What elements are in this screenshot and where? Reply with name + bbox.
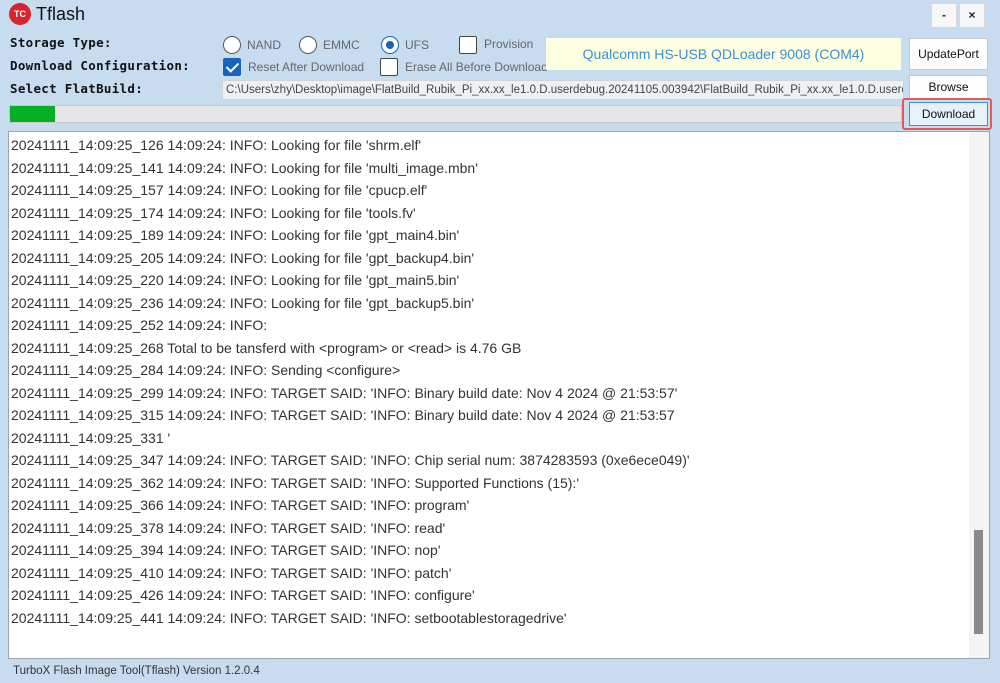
ufs-label: UFS: [405, 38, 429, 52]
log-line: 20241111_14:09:25_410 14:09:24: INFO: TA…: [11, 564, 452, 581]
provision-label: Provision: [484, 37, 534, 51]
provision-checkbox[interactable]: [459, 36, 477, 54]
log-line: 20241111_14:09:25_315 14:09:24: INFO: TA…: [11, 407, 675, 423]
log-line: 20241111_14:09:25_174 14:09:24: INFO: Lo…: [11, 204, 416, 221]
update-port-button[interactable]: UpdatePort: [909, 38, 988, 70]
log-line: 20241111_14:09:25_366 14:09:24: INFO: TA…: [11, 497, 470, 513]
nand-label: NAND: [247, 38, 282, 52]
emmc-label: EMMC: [323, 38, 360, 52]
minimize-button[interactable]: -: [931, 3, 957, 28]
reset-after-download-checkbox[interactable]: [223, 58, 241, 76]
port-display: Qualcomm HS-USB QDLoader 9008 (COM4): [546, 38, 901, 70]
download-config-label: Download Configuration:: [10, 58, 190, 73]
log-line: 20241111_14:09:25_441 14:09:24: INFO: TA…: [11, 609, 567, 626]
flatbuild-path-field[interactable]: C:\Users\zhy\Desktop\image\FlatBuild_Rub…: [222, 80, 904, 100]
log-line: 20241111_14:09:25_378 14:09:24: INFO: TA…: [11, 519, 446, 536]
log-line: 20241111_14:09:25_394 14:09:24: INFO: TA…: [11, 542, 441, 558]
log-line: 20241111_14:09:25_299 14:09:24: INFO: TA…: [11, 384, 678, 401]
log-line: 20241111_14:09:25_347 14:09:24: INFO: TA…: [11, 452, 690, 468]
title-bar: TC Tflash - ×: [0, 0, 1000, 30]
app-logo-icon: TC: [9, 3, 31, 25]
log-lines: 20241111_14:09:25_126 14:09:24: INFO: Lo…: [11, 134, 967, 658]
log-line: 20241111_14:09:25_220 14:09:24: INFO: Lo…: [11, 272, 460, 288]
log-output[interactable]: 20241111_14:09:25_126 14:09:24: INFO: Lo…: [8, 131, 990, 659]
storage-type-label: Storage Type:: [10, 35, 112, 50]
log-line: 20241111_14:09:25_205 14:09:24: INFO: Lo…: [11, 249, 475, 266]
emmc-radio[interactable]: [299, 36, 317, 54]
erase-all-label: Erase All Before Download: [405, 60, 548, 74]
nand-radio[interactable]: [223, 36, 241, 54]
ufs-radio[interactable]: [381, 36, 399, 54]
log-line: 20241111_14:09:25_331 ': [11, 429, 171, 446]
log-line: 20241111_14:09:25_268 Total to be tansfe…: [11, 339, 522, 356]
log-line: 20241111_14:09:25_426 14:09:24: INFO: TA…: [11, 587, 475, 603]
erase-all-checkbox[interactable]: [380, 58, 398, 76]
reset-after-download-label: Reset After Download: [248, 60, 365, 74]
log-scrollbar[interactable]: [969, 132, 989, 658]
log-line: 20241111_14:09:25_252 14:09:24: INFO:: [11, 317, 268, 333]
log-line: 20241111_14:09:25_284 14:09:24: INFO: Se…: [11, 362, 401, 378]
log-line: 20241111_14:09:25_236 14:09:24: INFO: Lo…: [11, 294, 475, 311]
log-line: 20241111_14:09:25_362 14:09:24: INFO: TA…: [11, 474, 579, 491]
version-status: TurboX Flash Image Tool(Tflash) Version …: [13, 665, 260, 677]
select-flatbuild-label: Select FlatBuild:: [10, 81, 144, 96]
download-button-highlight: [902, 98, 992, 130]
download-progress-bar: [9, 105, 902, 123]
log-line: 20241111_14:09:25_189 14:09:24: INFO: Lo…: [11, 227, 460, 243]
close-button[interactable]: ×: [959, 3, 985, 28]
log-scrollbar-thumb[interactable]: [974, 530, 983, 634]
browse-button[interactable]: Browse: [909, 75, 988, 99]
progress-fill: [10, 106, 55, 122]
log-line: 20241111_14:09:25_157 14:09:24: INFO: Lo…: [11, 182, 428, 198]
log-line: 20241111_14:09:25_126 14:09:24: INFO: Lo…: [11, 137, 422, 153]
log-line: 20241111_14:09:25_141 14:09:24: INFO: Lo…: [11, 159, 478, 176]
window-title: Tflash: [36, 4, 86, 24]
